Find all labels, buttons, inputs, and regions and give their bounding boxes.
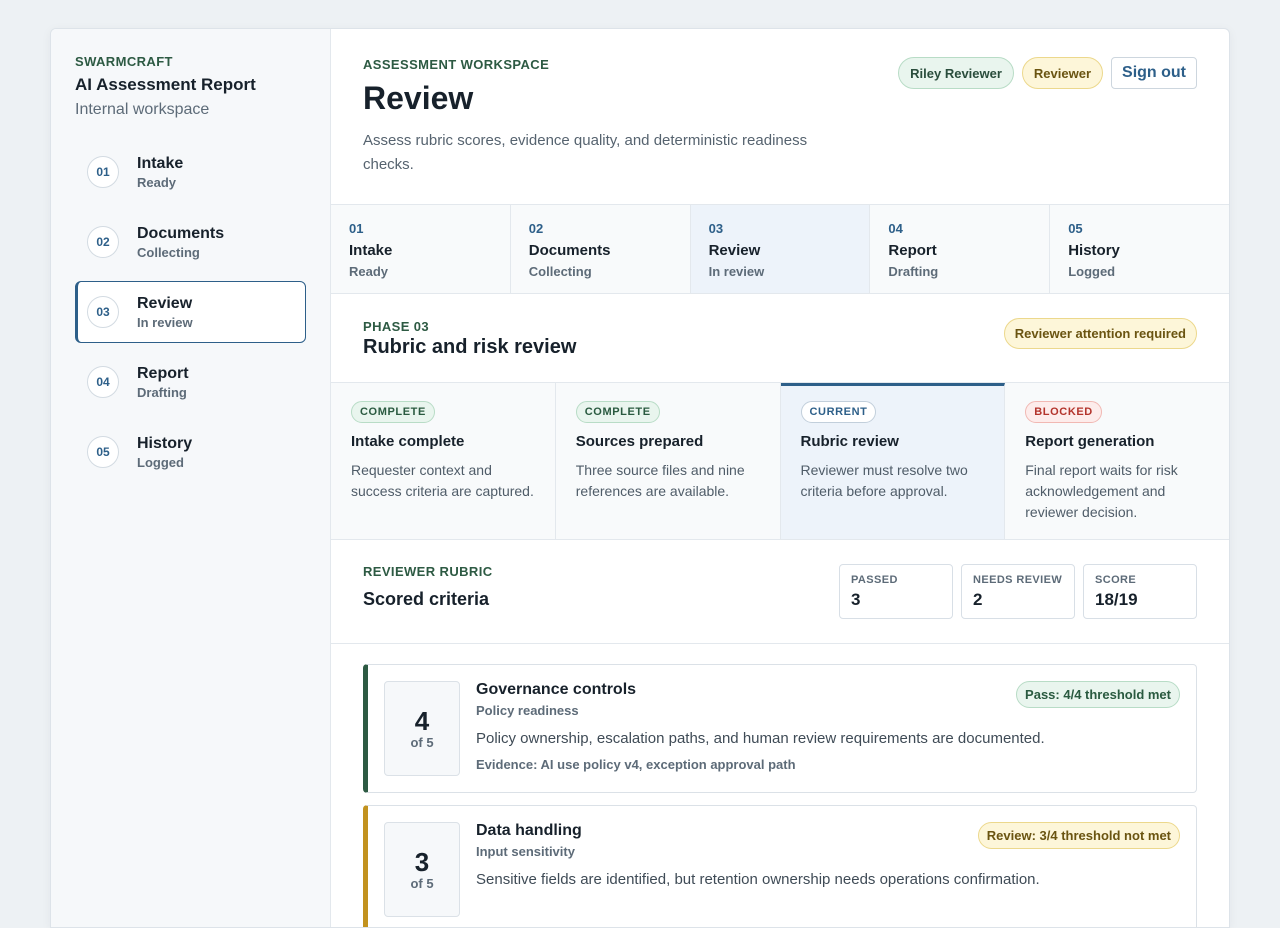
sidebar-item-report[interactable]: 04 Report Drafting bbox=[75, 351, 306, 413]
step-description: Final report waits for risk acknowledgem… bbox=[1025, 462, 1178, 520]
page-header: ASSESSMENT WORKSPACE Review Assess rubri… bbox=[331, 29, 1229, 204]
app-title: AI Assessment Report bbox=[75, 75, 256, 94]
sidebar-item-label: Documents bbox=[137, 224, 225, 242]
tab-number: 01 bbox=[349, 221, 364, 236]
criterion-description: Policy ownership, escalation paths, and … bbox=[476, 730, 1045, 747]
tab-status: Drafting bbox=[888, 264, 939, 279]
sidebar-item-label: History bbox=[137, 434, 193, 452]
step-number: 05 bbox=[87, 436, 119, 468]
tab-number: 04 bbox=[888, 221, 903, 236]
progress-steps: COMPLETE Intake complete Requester conte… bbox=[331, 383, 1229, 540]
tab-history[interactable]: 05 History Logged bbox=[1050, 205, 1229, 293]
stat-value: 18/19 bbox=[1095, 590, 1138, 609]
step-title: Intake complete bbox=[351, 433, 465, 450]
stat-score: SCORE 18/19 bbox=[1083, 564, 1197, 619]
stat-needs-review: NEEDS REVIEW 2 bbox=[961, 564, 1075, 619]
status-badge: COMPLETE bbox=[575, 401, 660, 423]
step-card-sources: COMPLETE Sources prepared Three source f… bbox=[555, 383, 781, 539]
role-badge: Reviewer bbox=[1021, 57, 1104, 89]
sidebar-item-label: Review bbox=[137, 294, 193, 312]
sidebar-item-intake[interactable]: 01 Intake Ready bbox=[75, 141, 306, 203]
step-title: Report generation bbox=[1025, 433, 1155, 450]
tab-label: Documents bbox=[528, 242, 611, 259]
score-box: 4 of 5 bbox=[384, 681, 460, 776]
sidebar-item-status: Ready bbox=[137, 174, 177, 190]
attention-badge: Reviewer attention required bbox=[1003, 318, 1197, 349]
score-max: of 5 bbox=[410, 735, 434, 750]
sign-out-button[interactable]: Sign out bbox=[1111, 57, 1197, 89]
tab-label: Report bbox=[888, 242, 937, 259]
main-content: ASSESSMENT WORKSPACE Review Assess rubri… bbox=[331, 29, 1229, 927]
step-description: Reviewer must resolve two criteria befor… bbox=[800, 462, 968, 499]
sidebar-item-label: Intake bbox=[137, 154, 184, 172]
sidebar-nav: 01 Intake Ready 02 Documents Collecting 03… bbox=[75, 141, 306, 483]
tab-label: History bbox=[1068, 242, 1120, 259]
sidebar-item-status: Collecting bbox=[137, 244, 200, 260]
rubric-stats: PASSED 3 NEEDS REVIEW 2 SCORE 18/19 bbox=[839, 564, 1197, 619]
sidebar-item-review[interactable]: 03 Review In review bbox=[75, 281, 306, 343]
tab-label: Intake bbox=[349, 242, 393, 259]
score-max: of 5 bbox=[410, 876, 434, 891]
tab-number: 02 bbox=[528, 221, 544, 236]
stat-value: 2 bbox=[973, 590, 983, 609]
step-title: Rubric review bbox=[800, 433, 899, 450]
score-value: 3 bbox=[414, 847, 430, 877]
brand-name: SWARMCRAFT bbox=[75, 54, 173, 69]
sidebar-item-history[interactable]: 05 History Logged bbox=[75, 421, 306, 483]
phase-tabs: 01 Intake Ready 02 Documents Collecting … bbox=[331, 204, 1229, 294]
stat-label: NEEDS REVIEW bbox=[973, 574, 1063, 586]
criterion-description: Sensitive fields are identified, but ret… bbox=[476, 871, 1040, 888]
stat-value: 3 bbox=[851, 590, 861, 609]
tab-status: In review bbox=[708, 264, 765, 279]
sidebar-item-documents[interactable]: 02 Documents Collecting bbox=[75, 211, 306, 273]
rubric-header: REVIEWER RUBRIC Scored criteria PASSED 3… bbox=[331, 540, 1229, 644]
app-window: SWARMCRAFT AI Assessment Report Internal… bbox=[50, 28, 1230, 928]
tab-status: Logged bbox=[1068, 264, 1116, 279]
step-description: Requester context and success criteria a… bbox=[351, 462, 534, 499]
criterion-card[interactable]: 4 of 5 Governance controls Policy readin… bbox=[363, 664, 1197, 793]
score-box: 3 of 5 bbox=[384, 822, 460, 917]
stat-passed: PASSED 3 bbox=[839, 564, 953, 619]
sidebar: SWARMCRAFT AI Assessment Report Internal… bbox=[51, 29, 331, 927]
step-card-rubric-review: CURRENT Rubric review Reviewer must reso… bbox=[780, 383, 1006, 539]
sidebar-item-label: Report bbox=[137, 364, 189, 382]
threshold-badge: Pass: 4/4 threshold met bbox=[1016, 681, 1180, 708]
score-value: 4 bbox=[414, 706, 430, 736]
stat-label: PASSED bbox=[851, 574, 898, 586]
header-actions: Riley Reviewer Reviewer Sign out bbox=[898, 57, 1197, 89]
step-number: 04 bbox=[87, 366, 119, 398]
tab-status: Collecting bbox=[528, 264, 592, 279]
tab-report[interactable]: 04 Report Drafting bbox=[870, 205, 1051, 293]
tab-review[interactable]: 03 Review In review bbox=[690, 205, 871, 293]
app-subtitle: Internal workspace bbox=[75, 101, 210, 118]
step-title: Sources prepared bbox=[575, 433, 704, 450]
step-description: Three source files and nine references a… bbox=[575, 462, 745, 499]
tab-documents[interactable]: 02 Documents Collecting bbox=[510, 205, 691, 293]
tab-status: Ready bbox=[349, 264, 389, 279]
sidebar-item-status: Logged bbox=[137, 454, 184, 470]
criteria-list: 4 of 5 Governance controls Policy readin… bbox=[331, 644, 1229, 927]
threshold-badge: Review: 3/4 threshold not met bbox=[977, 822, 1180, 849]
sidebar-item-status: Drafting bbox=[137, 384, 187, 400]
step-card-intake: COMPLETE Intake complete Requester conte… bbox=[331, 383, 556, 539]
step-number: 02 bbox=[87, 226, 119, 258]
phase-header: PHASE 03 Rubric and risk review Reviewer… bbox=[331, 294, 1229, 383]
criterion-card[interactable]: 3 of 5 Data handling Input sensitivity S… bbox=[363, 805, 1197, 927]
stat-label: SCORE bbox=[1095, 574, 1137, 586]
status-badge: COMPLETE bbox=[351, 401, 435, 423]
tab-number: 03 bbox=[708, 221, 724, 236]
page-description: Assess rubric scores, evidence quality, … bbox=[363, 132, 808, 173]
sidebar-item-status: In review bbox=[137, 314, 193, 330]
tab-label: Review bbox=[708, 242, 761, 259]
status-badge: BLOCKED bbox=[1025, 401, 1102, 423]
step-number: 01 bbox=[87, 156, 119, 188]
status-badge: CURRENT bbox=[800, 401, 877, 423]
step-card-report-generation: BLOCKED Report generation Final report w… bbox=[1005, 383, 1229, 539]
step-number: 03 bbox=[87, 296, 119, 328]
tab-intake[interactable]: 01 Intake Ready bbox=[331, 205, 511, 293]
tab-number: 05 bbox=[1068, 221, 1083, 236]
criterion-evidence: Evidence: AI use policy v4, exception ap… bbox=[476, 757, 796, 772]
user-badge: Riley Reviewer bbox=[898, 57, 1014, 89]
